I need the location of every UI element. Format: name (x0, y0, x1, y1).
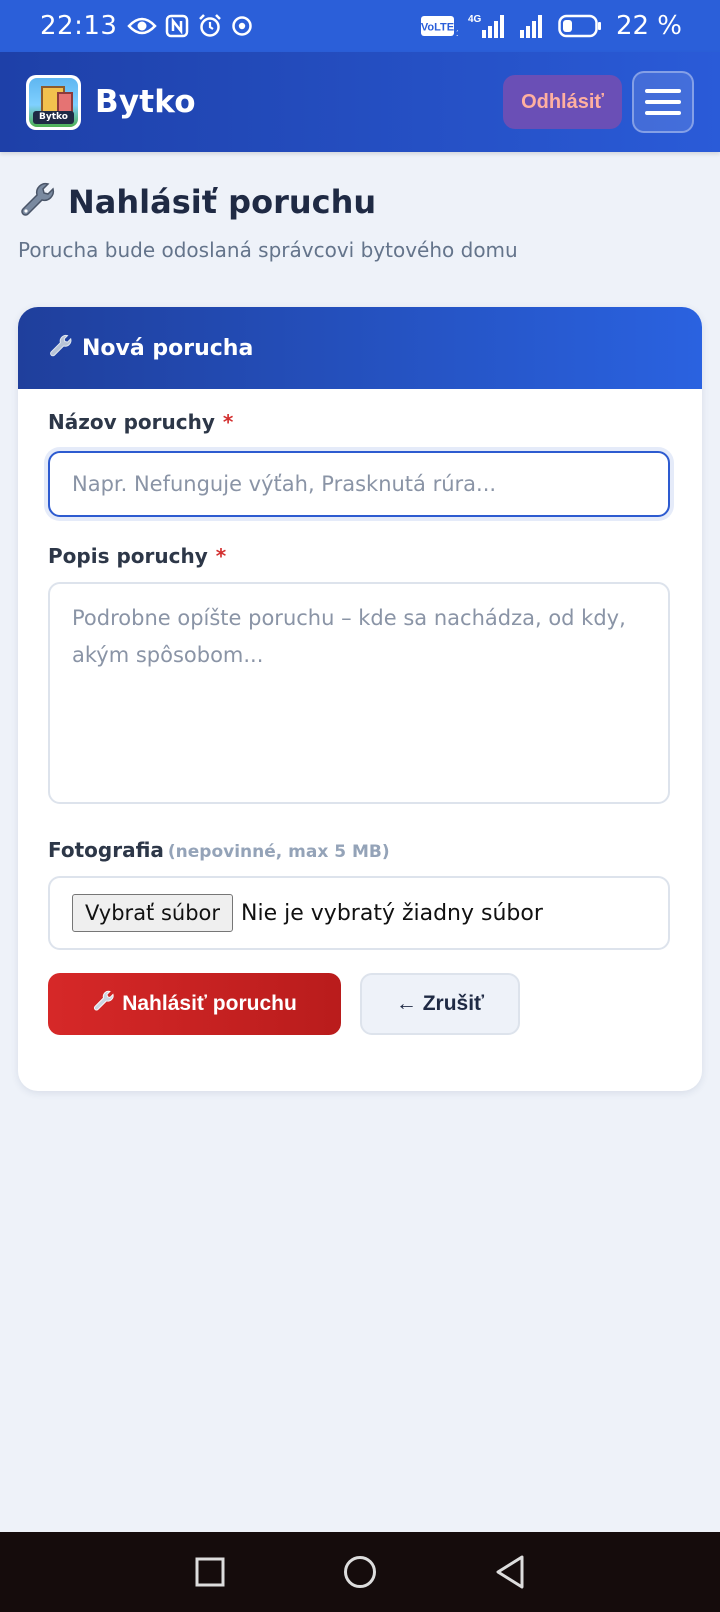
app-brand[interactable]: Bytko (95, 84, 196, 120)
system-navigation-bar (0, 1532, 720, 1612)
signal-icon (518, 12, 548, 40)
photo-hint: (nepovinné, max 5 MB) (167, 842, 390, 862)
status-time: 22:13 (40, 11, 118, 41)
alarm-icon (197, 13, 223, 39)
home-icon[interactable] (285, 1554, 435, 1590)
eye-icon (127, 16, 158, 36)
svg-text:4G: 4G (468, 14, 482, 25)
description-label: Popis poruchy * (48, 544, 227, 568)
svg-text:1: 1 (456, 29, 458, 38)
photo-file-input[interactable]: Vybrať súbor Nie je vybratý žiadny súbor (48, 876, 670, 950)
wrench-icon (48, 333, 74, 363)
cancel-button[interactable]: ← Zrušiť (360, 973, 520, 1035)
recent-apps-icon[interactable] (135, 1556, 285, 1588)
page-title: Nahlásiť poruchu (18, 180, 376, 224)
name-label: Názov poruchy * (48, 410, 234, 434)
status-bar: 22:13 VoLTE1 4G 22 % (0, 0, 720, 52)
signal-4g-icon: 4G (468, 12, 508, 40)
fault-name-input[interactable] (48, 451, 670, 517)
fault-description-textarea[interactable] (48, 582, 670, 804)
browser-icon (231, 15, 253, 37)
wrench-icon (92, 989, 116, 1019)
submit-report-button[interactable]: Nahlásiť poruchu (48, 973, 341, 1035)
svg-text:VoLTE: VoLTE (421, 22, 454, 34)
hamburger-menu-icon[interactable] (632, 71, 694, 133)
card-header-title: Nová porucha (82, 335, 254, 361)
back-icon[interactable] (435, 1554, 585, 1590)
battery-percent: 22 % (615, 11, 682, 41)
choose-file-button[interactable]: Vybrať súbor (72, 894, 234, 932)
logout-button[interactable]: Odhlásiť (503, 75, 622, 129)
required-marker: * (222, 410, 234, 434)
app-logo[interactable]: Bytko (26, 74, 81, 130)
page-title-text: Nahlásiť poruchu (68, 183, 377, 221)
file-status-text: Nie je vybratý žiadny súbor (241, 900, 543, 926)
app-header: Bytko Bytko Odhlásiť (0, 52, 720, 152)
card-header: Nová porucha (18, 307, 702, 389)
page-subtitle: Porucha bude odoslaná správcovi bytového… (18, 238, 518, 262)
required-marker: * (215, 544, 227, 568)
wrench-icon (18, 180, 58, 224)
battery-icon (558, 13, 602, 39)
volte-icon: VoLTE1 (420, 14, 458, 38)
photo-label: Fotografia (nepovinné, max 5 MB) (48, 838, 390, 862)
nfc-icon (165, 14, 189, 38)
report-form-card: Nová porucha Názov poruchy* Popis poruch… (18, 307, 702, 1091)
